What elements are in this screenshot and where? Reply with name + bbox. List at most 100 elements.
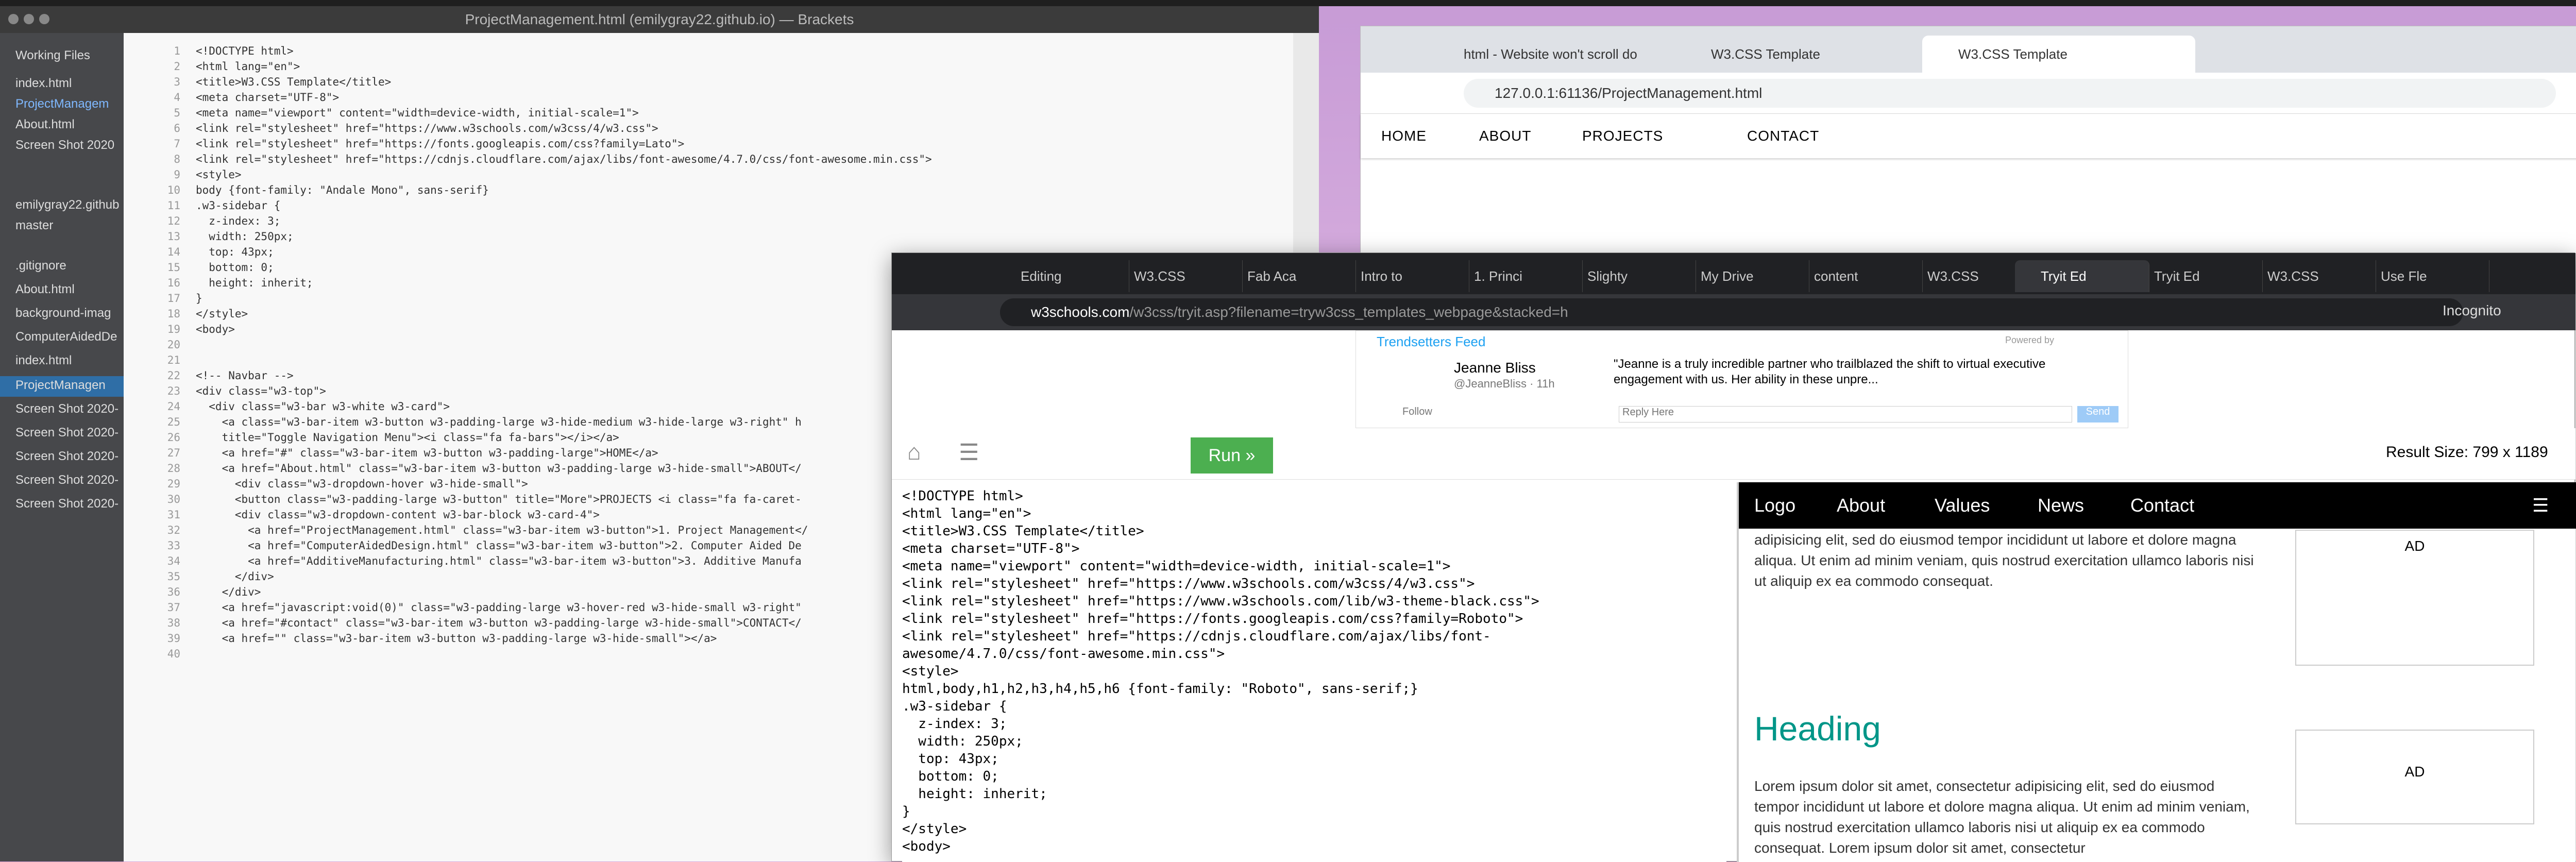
nav-projects[interactable]: PROJECTS — [1582, 114, 1663, 158]
code-line[interactable]: <a href="#" class="w3-bar-item w3-button… — [196, 445, 658, 461]
tree-item[interactable]: Screen Shot 2020- — [15, 402, 118, 416]
code-line[interactable]: <meta charset="UTF-8"> — [902, 540, 1079, 557]
nav-about[interactable]: About — [1837, 482, 1885, 529]
code-line[interactable]: <meta name="viewport" content="width=dev… — [902, 557, 1450, 575]
code-line[interactable]: body {font-family: "Andale Mono", sans-s… — [196, 182, 489, 198]
code-line[interactable]: <link rel="stylesheet" href="https://fon… — [196, 136, 684, 151]
code-line[interactable]: z-index: 3; — [196, 213, 280, 229]
code-line[interactable]: <meta name="viewport" content="width=dev… — [196, 105, 639, 121]
tree-item[interactable]: About.html — [15, 282, 75, 297]
tab-active[interactable]: W3.CSS Template — [1922, 36, 2195, 73]
code-line[interactable]: </div> — [196, 569, 274, 584]
code-line[interactable]: <a href="" class="w3-bar-item w3-button … — [196, 631, 717, 646]
code-line[interactable]: <link rel="stylesheet" href="https://cdn… — [902, 628, 1491, 645]
code-line[interactable]: <a href="ProjectManagement.html" class="… — [196, 522, 808, 538]
tree-item[interactable]: Screen Shot 2020- — [15, 426, 118, 440]
code-line[interactable]: <!-- Navbar --> — [196, 368, 294, 383]
tree-item[interactable]: background-imag — [15, 306, 111, 320]
code-line[interactable]: <a href="ComputerAidedDesign.html" class… — [196, 538, 802, 553]
code-line[interactable]: <style> — [196, 167, 242, 182]
code-line[interactable]: top: 43px; — [196, 244, 274, 260]
tree-item[interactable]: ComputerAidedDe — [15, 330, 117, 344]
code-line[interactable]: </style> — [902, 820, 967, 838]
code-line[interactable]: top: 43px; — [902, 750, 999, 768]
tab[interactable]: W3.CSS Template — [1675, 36, 1948, 73]
tab[interactable]: html - Website won't scroll do — [1428, 36, 1701, 73]
tree-item[interactable]: .gitignore — [15, 259, 66, 273]
code-line[interactable]: </div> — [196, 584, 261, 600]
url-field[interactable]: 127.0.0.1:61136/ProjectManagement.html — [1464, 79, 2556, 108]
code-line[interactable]: .w3-sidebar { — [902, 698, 1007, 715]
code-line[interactable]: <div class="w3-dropdown-hover w3-hide-sm… — [196, 476, 528, 492]
code-line[interactable]: <a class="w3-bar-item w3-button w3-paddi… — [196, 414, 802, 430]
git-branch[interactable]: master — [15, 218, 53, 233]
code-line[interactable]: width: 250px; — [196, 229, 293, 244]
code-line[interactable]: <body> — [902, 838, 951, 855]
hamburger-icon[interactable]: ☰ — [2532, 482, 2549, 529]
twitter-ad-banner[interactable]: Trendsetters Feed Powered by Jeanne Blis… — [1355, 330, 2128, 428]
code-line[interactable]: height: inherit; — [902, 785, 1047, 803]
working-file[interactable]: About.html — [15, 117, 75, 132]
code-line[interactable]: <!DOCTYPE html> — [902, 487, 1023, 505]
code-line[interactable]: html,body,h1,h2,h3,h4,h5,h6 {font-family… — [902, 680, 1418, 698]
tryit-code-editor[interactable]: <!DOCTYPE html> <html lang="en"> <title>W3… — [902, 482, 1726, 862]
home-icon[interactable]: ⌂ — [907, 440, 921, 465]
code-line[interactable]: } — [196, 291, 202, 306]
nav-contact[interactable]: CONTACT — [1747, 114, 1819, 158]
working-file[interactable]: index.html — [15, 76, 72, 91]
code-line[interactable]: <style> — [902, 663, 959, 680]
tree-item-selected[interactable]: ProjectManagen — [15, 378, 106, 393]
project-name[interactable]: emilygray22.github — [15, 198, 119, 212]
send-button[interactable]: Send — [2077, 406, 2119, 422]
nav-values[interactable]: Values — [1935, 482, 1990, 529]
working-file[interactable]: Screen Shot 2020 — [15, 138, 114, 153]
tree-item[interactable]: Screen Shot 2020- — [15, 449, 118, 464]
code-line[interactable]: <body> — [196, 322, 235, 337]
code-line[interactable]: <div class="w3-dropdown-content w3-bar-b… — [196, 507, 600, 522]
code-line[interactable]: <a href="AdditiveManufacturing.html" cla… — [196, 553, 802, 569]
code-line[interactable]: bottom: 0; — [902, 768, 999, 785]
tree-item[interactable]: Screen Shot 2020- — [15, 497, 118, 511]
url-field[interactable]: w3schools.com/w3css/tryit.asp?filename=t… — [1000, 298, 2463, 326]
code-line[interactable]: <a href="javascript:void(0)" class="w3-p… — [196, 600, 802, 615]
incognito-badge[interactable]: Incognito — [2443, 302, 2501, 319]
code-line[interactable]: bottom: 0; — [196, 260, 274, 275]
code-line[interactable]: <title>W3.CSS Template</title> — [196, 74, 391, 90]
code-line[interactable]: <link rel="stylesheet" href="https://www… — [196, 121, 658, 136]
code-line[interactable]: <button class="w3-padding-large w3-butto… — [196, 492, 802, 507]
code-line[interactable]: <link rel="stylesheet" href="https://fon… — [902, 610, 1523, 628]
code-line[interactable]: } — [902, 803, 910, 820]
code-line[interactable]: width: 250px; — [902, 733, 1023, 750]
follow-button[interactable]: Follow — [1402, 406, 1432, 418]
code-line[interactable]: title="Toggle Navigation Menu"><i class=… — [196, 430, 619, 445]
code-line[interactable]: awesome/4.7.0/css/font-awesome.min.css"> — [902, 645, 1225, 663]
code-line[interactable]: <div class="w3-bar w3-white w3-card"> — [196, 399, 450, 414]
code-line[interactable]: <title>W3.CSS Template</title> — [902, 522, 1144, 540]
code-line[interactable]: <link rel="stylesheet" href="https://www… — [902, 593, 1539, 610]
code-line[interactable]: <html lang="en"> — [902, 505, 1031, 522]
menu-icon[interactable]: ☰ — [959, 440, 979, 466]
code-line[interactable]: <!DOCTYPE html> — [196, 43, 294, 59]
nav-home[interactable]: HOME — [1381, 114, 1427, 158]
tree-item[interactable]: index.html — [15, 353, 72, 368]
reply-input[interactable]: Reply Here — [1619, 406, 2072, 422]
nav-contact[interactable]: Contact — [2130, 482, 2194, 529]
code-line[interactable]: <html lang="en"> — [196, 59, 300, 74]
code-line[interactable]: z-index: 3; — [902, 715, 1007, 733]
code-line[interactable]: <a href="About.html" class="w3-bar-item … — [196, 461, 802, 476]
nav-logo[interactable]: Logo — [1754, 482, 1795, 529]
tab[interactable]: Use Fle — [2355, 260, 2489, 292]
tree-item[interactable]: Screen Shot 2020- — [15, 473, 118, 487]
code-line[interactable]: <a href="#contact" class="w3-bar-item w3… — [196, 615, 802, 631]
window-controls[interactable] — [8, 6, 55, 33]
code-line[interactable]: .w3-sidebar { — [196, 198, 280, 213]
code-line[interactable]: height: inherit; — [196, 275, 313, 291]
code-line[interactable]: <link rel="stylesheet" href="https://www… — [902, 575, 1475, 593]
run-button[interactable]: Run » — [1191, 437, 1273, 474]
code-line[interactable]: <meta charset="UTF-8"> — [196, 90, 339, 105]
code-line[interactable]: <div class="w3-top"> — [196, 383, 326, 399]
code-line[interactable]: </style> — [196, 306, 248, 322]
working-file-active[interactable]: ProjectManagem — [15, 97, 109, 111]
nav-news[interactable]: News — [2038, 482, 2084, 529]
nav-about[interactable]: ABOUT — [1479, 114, 1531, 158]
